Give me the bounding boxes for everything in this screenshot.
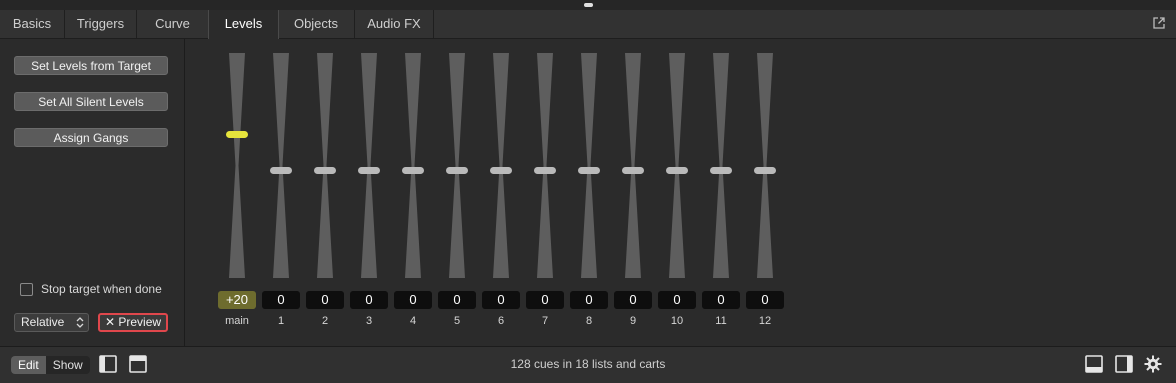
fader-label: 2 xyxy=(321,315,329,327)
fader-channel-6[interactable]: 06 xyxy=(479,39,523,339)
fader-track[interactable] xyxy=(391,53,435,278)
fader-value-field[interactable]: 0 xyxy=(482,291,520,309)
level-mode-value: Relative xyxy=(21,315,65,329)
fader-track[interactable] xyxy=(523,53,567,278)
toggle-bottom-pane-icon[interactable] xyxy=(1085,355,1103,373)
fader-track[interactable] xyxy=(435,53,479,278)
fader-label: 11 xyxy=(715,315,727,327)
fader-value-field[interactable]: +20 xyxy=(218,291,256,309)
fader-label: main xyxy=(225,315,249,327)
fader-label: 7 xyxy=(541,315,549,327)
fader-track[interactable] xyxy=(259,53,303,278)
fader-channel-5[interactable]: 05 xyxy=(435,39,479,339)
fader-channel-11[interactable]: 0 11 xyxy=(699,39,743,339)
tab-levels[interactable]: Levels xyxy=(208,10,279,39)
edit-mode-button[interactable]: Edit xyxy=(11,356,46,374)
fader-thumb[interactable] xyxy=(226,131,248,138)
toggle-left-pane-icon[interactable] xyxy=(99,355,117,373)
fader-track[interactable] xyxy=(347,53,391,278)
fader-main[interactable]: +20 main xyxy=(215,39,259,339)
popout-window-icon[interactable] xyxy=(1152,16,1166,30)
tab-basics[interactable]: Basics xyxy=(0,10,65,38)
fader-channel-8[interactable]: 08 xyxy=(567,39,611,339)
set-levels-from-target-button[interactable]: Set Levels from Target xyxy=(14,56,168,75)
fader-value-field[interactable]: 0 xyxy=(306,291,344,309)
fader-value-field[interactable]: 0 xyxy=(702,291,740,309)
resize-grip[interactable] xyxy=(584,3,593,7)
level-mode-select[interactable]: Relative xyxy=(14,313,89,332)
cue-summary-text: 128 cues in 18 lists and carts xyxy=(510,357,666,371)
fader-channel-2[interactable]: 02 xyxy=(303,39,347,339)
fader-thumb[interactable] xyxy=(578,167,600,174)
assign-gangs-button[interactable]: Assign Gangs xyxy=(14,128,168,147)
fader-channel-4[interactable]: 04 xyxy=(391,39,435,339)
fader-thumb[interactable] xyxy=(314,167,336,174)
fader-value-field[interactable]: 0 xyxy=(394,291,432,309)
fader-track[interactable] xyxy=(699,53,743,278)
show-mode-button[interactable]: Show xyxy=(45,356,90,374)
fader-track[interactable] xyxy=(303,53,347,278)
settings-gear-icon[interactable] xyxy=(1144,355,1162,373)
fader-thumb[interactable] xyxy=(534,167,556,174)
fader-thumb[interactable] xyxy=(754,167,776,174)
fader-thumb[interactable] xyxy=(666,167,688,174)
fader-track[interactable] xyxy=(743,53,787,278)
fader-value-field[interactable]: 0 xyxy=(658,291,696,309)
fader-thumb[interactable] xyxy=(490,167,512,174)
fader-value-field[interactable]: 0 xyxy=(746,291,784,309)
fader-value-field[interactable]: 0 xyxy=(350,291,388,309)
status-bar: Edit Show 128 cues in 18 lists and carts xyxy=(0,346,1176,383)
stop-target-checkbox[interactable] xyxy=(20,282,33,296)
fader-thumb[interactable] xyxy=(622,167,644,174)
tab-triggers[interactable]: Triggers xyxy=(65,10,137,38)
fader-label: 1 xyxy=(277,315,285,327)
stop-target-option[interactable]: Stop target when done xyxy=(20,281,162,297)
close-x-icon: ✕ xyxy=(104,315,116,329)
edit-show-toggle[interactable]: Edit Show xyxy=(11,356,90,374)
levels-left-panel: Set Levels from Target Set All Silent Le… xyxy=(0,39,185,346)
fader-track[interactable] xyxy=(479,53,523,278)
updown-chevron-icon xyxy=(76,317,84,328)
fader-label: 12 xyxy=(758,315,772,327)
fader-thumb[interactable] xyxy=(710,167,732,174)
toggle-top-pane-icon[interactable] xyxy=(129,355,147,373)
tab-audio-fx[interactable]: Audio FX xyxy=(355,10,434,38)
fader-label: 9 xyxy=(629,315,637,327)
fader-value-field[interactable]: 0 xyxy=(570,291,608,309)
fader-label: 10 xyxy=(670,315,684,327)
fader-label: 8 xyxy=(585,315,593,327)
tab-objects[interactable]: Objects xyxy=(278,10,355,38)
fader-label: 5 xyxy=(453,315,461,327)
fader-channel-3[interactable]: 03 xyxy=(347,39,391,339)
fader-track[interactable] xyxy=(611,53,655,278)
preview-label: Preview xyxy=(118,315,162,329)
level-faders: +20 main 0 1 0 2 0 3 0 4 0 5 0 6 0 7 0 8 0 9 0 10 0 11 0 12 xyxy=(185,39,1176,346)
fader-thumb[interactable] xyxy=(402,167,424,174)
fader-channel-9[interactable]: 09 xyxy=(611,39,655,339)
fader-label: 6 xyxy=(497,315,505,327)
fader-value-field[interactable]: 0 xyxy=(438,291,476,309)
fader-channel-12[interactable]: 0 12 xyxy=(743,39,787,339)
inspector-tab-bar: Basics Triggers Curve Levels Objects Aud… xyxy=(0,10,1176,39)
stop-target-label: Stop target when done xyxy=(41,282,162,296)
fader-track[interactable] xyxy=(215,53,259,278)
fader-thumb[interactable] xyxy=(358,167,380,174)
fader-track[interactable] xyxy=(567,53,611,278)
fader-label: 4 xyxy=(409,315,417,327)
fader-channel-10[interactable]: 0 10 xyxy=(655,39,699,339)
fader-label: 3 xyxy=(365,315,373,327)
fader-channel-1[interactable]: 01 xyxy=(259,39,303,339)
set-all-silent-levels-button[interactable]: Set All Silent Levels xyxy=(14,92,168,111)
fader-channel-7[interactable]: 07 xyxy=(523,39,567,339)
fader-thumb[interactable] xyxy=(446,167,468,174)
fader-track[interactable] xyxy=(655,53,699,278)
tab-curve[interactable]: Curve xyxy=(137,10,209,38)
fader-value-field[interactable]: 0 xyxy=(262,291,300,309)
fader-value-field[interactable]: 0 xyxy=(526,291,564,309)
preview-button[interactable]: ✕ Preview xyxy=(98,313,168,332)
fader-value-field[interactable]: 0 xyxy=(614,291,652,309)
fader-thumb[interactable] xyxy=(270,167,292,174)
toggle-right-pane-icon[interactable] xyxy=(1115,355,1133,373)
